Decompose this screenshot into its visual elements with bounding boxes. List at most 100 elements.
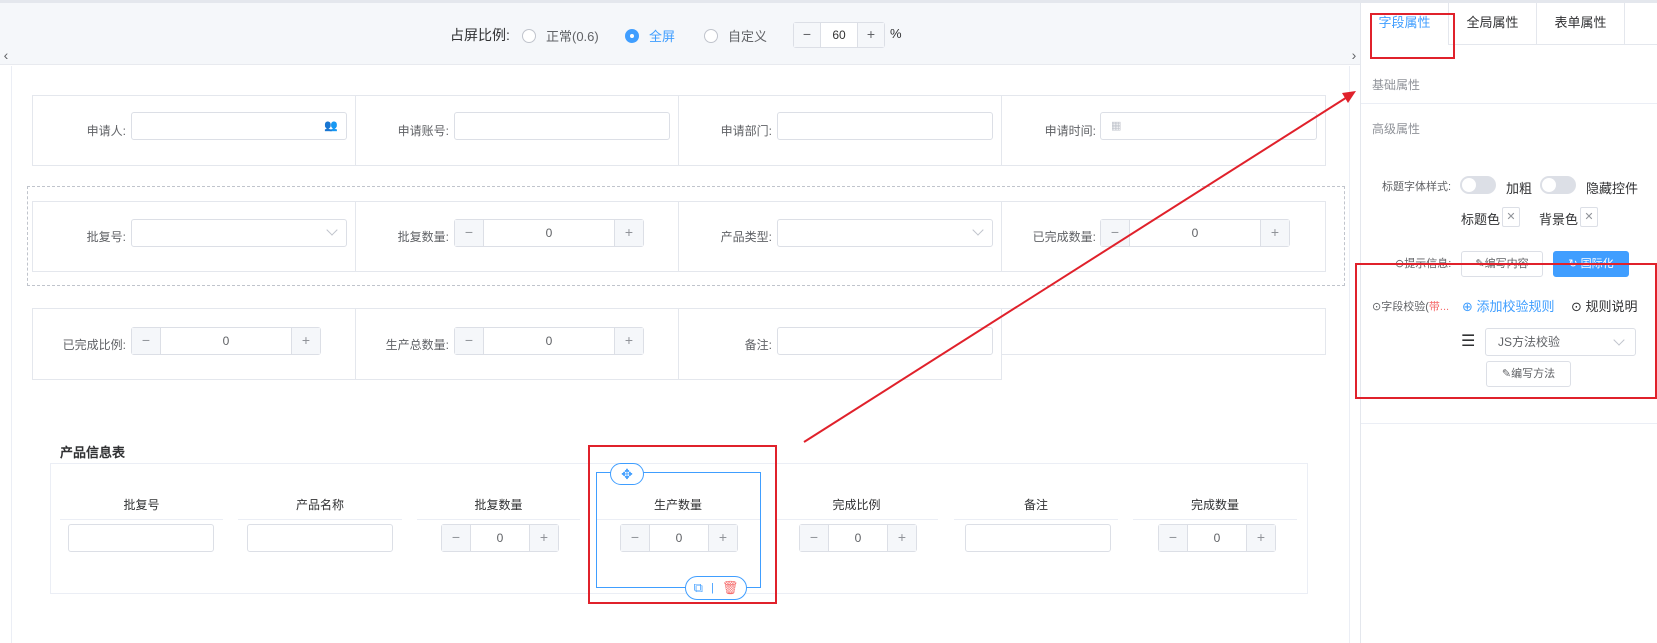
tab-field-properties[interactable]: 字段属性	[1361, 3, 1449, 45]
column-header: 批复数量	[417, 490, 580, 520]
product-type-select[interactable]	[777, 219, 993, 247]
apply-time-input[interactable]: ▦	[1100, 112, 1317, 140]
increment-button[interactable]: +	[1247, 525, 1275, 551]
field-approval-no[interactable]: 批复号:	[32, 201, 356, 272]
field-apply-time[interactable]: 申请时间: ▦	[1001, 95, 1326, 166]
approval-qty-cell-stepper[interactable]: −0 +	[441, 524, 559, 552]
stepper-value[interactable]: 0	[483, 328, 615, 354]
decrement-button[interactable]: −	[442, 525, 470, 551]
decrement-button[interactable]: −	[800, 525, 828, 551]
divider: |	[710, 582, 714, 594]
field-label: 产品类型:	[720, 230, 772, 244]
stepper-value[interactable]: 0	[160, 328, 292, 354]
radio-fullscreen[interactable]: 全屏	[625, 26, 675, 45]
field-approval-qty[interactable]: 批复数量: −0 +	[355, 201, 679, 272]
trash-icon[interactable]: 🗑	[722, 580, 739, 596]
title-font-style-label: 标题字体样式:	[1382, 181, 1452, 193]
tab-global-properties[interactable]: 全局属性	[1449, 3, 1537, 45]
rule-description-link[interactable]: ⊙ 规则说明	[1571, 296, 1638, 315]
field-applicant[interactable]: 申请人: 👥	[32, 95, 356, 166]
bold-toggle[interactable]	[1460, 176, 1496, 194]
remark-input[interactable]	[777, 327, 993, 355]
field-validation-label-hint: 带...	[1428, 301, 1450, 313]
column-header: 批复号	[60, 490, 223, 520]
radio-normal[interactable]: 正常(0.6)	[522, 26, 599, 45]
stepper-value[interactable]: 0	[1187, 525, 1247, 551]
increment-button[interactable]: +	[888, 525, 916, 551]
stepper-value[interactable]: 0	[1129, 220, 1261, 246]
write-content-button[interactable]: ✎编写内容	[1461, 251, 1543, 277]
collapse-right-icon[interactable]: ›	[1348, 45, 1360, 65]
approval-no-cell-input[interactable]	[68, 524, 214, 552]
column-header: 产品名称	[238, 490, 402, 520]
radio-dot	[704, 28, 718, 43]
tab-form-properties[interactable]: 表单属性	[1537, 3, 1625, 45]
department-input[interactable]	[777, 112, 993, 140]
stepper-value[interactable]: 0	[828, 525, 888, 551]
field-total-production[interactable]: 生产总数量: −0 +	[355, 308, 679, 380]
divider	[1361, 103, 1657, 104]
completed-ratio-stepper[interactable]: −0 +	[131, 327, 321, 355]
field-validation-label-text: ⊙字段校验(	[1372, 301, 1429, 313]
copy-icon[interactable]: ⧉	[694, 580, 703, 596]
write-method-button[interactable]: ✎编写方法	[1486, 361, 1571, 387]
increment-button[interactable]: +	[615, 220, 643, 246]
field-account[interactable]: 申请账号:	[355, 95, 679, 166]
total-production-stepper[interactable]: −0 +	[454, 327, 644, 355]
field-label: 申请部门:	[720, 124, 772, 138]
user-icon[interactable]: 👥	[324, 119, 338, 132]
bold-label: 加粗	[1506, 181, 1533, 196]
field-department[interactable]: 申请部门:	[678, 95, 1002, 166]
remark-cell-input[interactable]	[965, 524, 1111, 552]
product-name-cell-input[interactable]	[247, 524, 393, 552]
radio-custom[interactable]: 自定义	[704, 26, 767, 45]
background-color-picker[interactable]: ✕	[1580, 207, 1598, 227]
internationalize-button[interactable]: ↻ 国际化	[1553, 251, 1629, 277]
basic-properties-header[interactable]: 基础属性	[1372, 76, 1420, 93]
completed-qty-stepper[interactable]: −0 +	[1100, 219, 1290, 247]
increment-button[interactable]: +	[530, 525, 558, 551]
column-header: 备注	[954, 490, 1118, 520]
selected-column-outline[interactable]	[596, 472, 761, 588]
applicant-input[interactable]: 👥	[131, 112, 347, 140]
completion-ratio-cell-stepper[interactable]: −0 +	[799, 524, 917, 552]
empty-grid-cell[interactable]	[1001, 308, 1326, 355]
custom-ratio-stepper[interactable]: − 60 +	[793, 22, 885, 48]
stepper-value[interactable]: 0	[470, 525, 530, 551]
field-remark[interactable]: 备注:	[678, 308, 1002, 380]
field-completed-qty[interactable]: 已完成数量: −0 +	[1001, 201, 1326, 272]
account-input[interactable]	[454, 112, 670, 140]
column-header: 完成数量	[1133, 490, 1297, 520]
decrement-button[interactable]: −	[455, 328, 483, 354]
decrement-button[interactable]: −	[794, 23, 820, 47]
title-color-label: 标题色	[1461, 212, 1501, 227]
title-color-picker[interactable]: ✕	[1502, 207, 1520, 227]
increment-button[interactable]: +	[858, 23, 884, 47]
move-icon[interactable]: ✥	[610, 463, 644, 485]
decrement-button[interactable]: −	[1101, 220, 1129, 246]
field-label: 申请账号:	[397, 124, 449, 138]
stepper-value[interactable]: 0	[483, 220, 615, 246]
decrement-button[interactable]: −	[1159, 525, 1187, 551]
drag-lines-icon[interactable]: ☰	[1461, 331, 1475, 351]
decrement-button[interactable]: −	[132, 328, 160, 354]
approval-qty-stepper[interactable]: −0 +	[454, 219, 644, 247]
custom-ratio-value[interactable]: 60	[820, 23, 858, 47]
validation-method-select[interactable]: JS方法校验	[1485, 328, 1636, 356]
column-actions: ⧉ | 🗑	[685, 576, 747, 600]
field-label: 申请时间:	[1044, 124, 1096, 138]
hide-control-toggle[interactable]	[1540, 176, 1576, 194]
hide-control-label: 隐藏控件	[1586, 181, 1639, 196]
collapse-left-icon[interactable]: ‹	[0, 45, 12, 65]
field-product-type[interactable]: 产品类型:	[678, 201, 1002, 272]
completed-qty-cell-stepper[interactable]: −0 +	[1158, 524, 1276, 552]
increment-button[interactable]: +	[1261, 220, 1289, 246]
field-completed-ratio[interactable]: 已完成比例: −0 +	[32, 308, 356, 380]
increment-button[interactable]: +	[292, 328, 320, 354]
increment-button[interactable]: +	[615, 328, 643, 354]
hint-info-label: ⊙提示信息:	[1395, 258, 1452, 270]
advanced-properties-header[interactable]: 高级属性	[1372, 120, 1420, 137]
decrement-button[interactable]: −	[455, 220, 483, 246]
add-validation-rule-link[interactable]: ⊕ 添加校验规则	[1462, 296, 1555, 315]
approval-no-select[interactable]	[131, 219, 347, 247]
